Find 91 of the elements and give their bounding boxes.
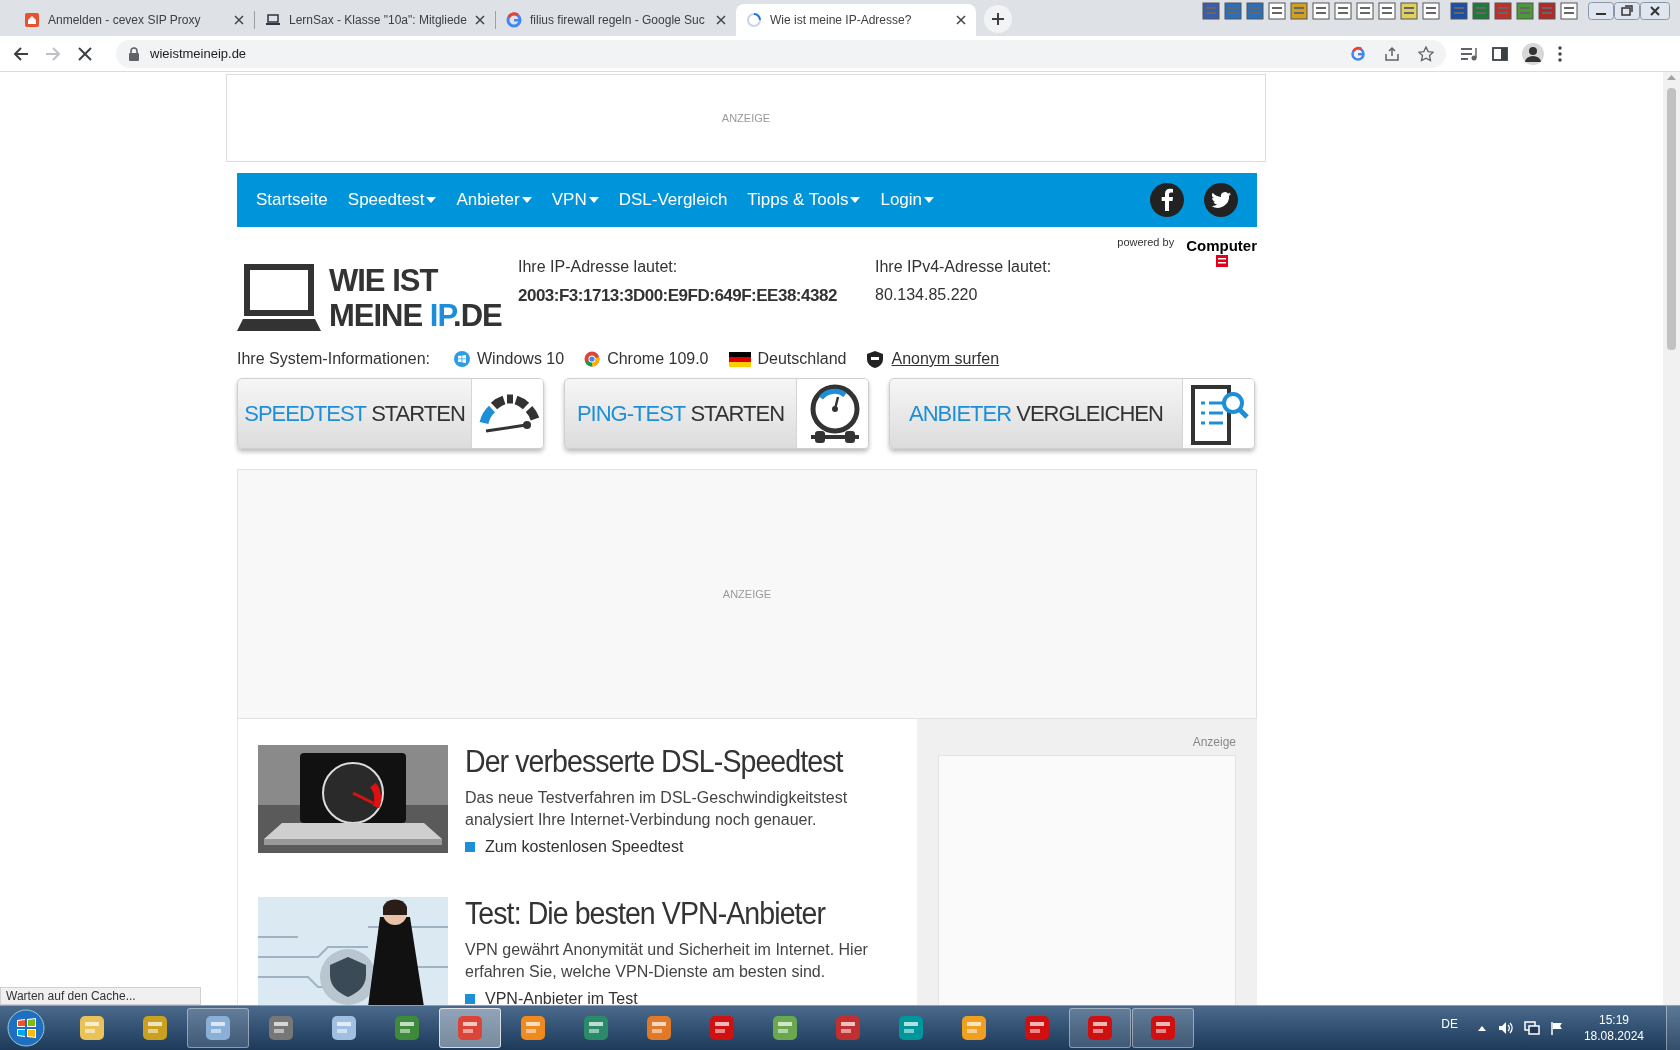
cta-button[interactable]: ANBIETER VERGLEICHEN <box>889 378 1255 449</box>
brand-mark-icon <box>1215 255 1228 267</box>
show-desktop-button[interactable] <box>1666 1006 1680 1050</box>
article-title-link[interactable]: Test: Die besten VPN-Anbieter <box>465 897 861 931</box>
ip-address: 2003:F3:1713:3D00:E9FD:649F:EE38:4382 <box>518 285 838 307</box>
bird-icon[interactable] <box>1204 183 1238 217</box>
article-link[interactable]: VPN-Anbieter im Test <box>485 987 638 1005</box>
system-info-value: Deutschland <box>757 349 847 369</box>
share-icon[interactable] <box>1384 45 1400 62</box>
clock[interactable]: 15:19 18.08.2024 <box>1583 1012 1644 1044</box>
article-teaser: VPN gewährt Anonymität und Sicherheit im Internet. Hier erfahren Sie, welche VPN-Dienste am besten sind. <box>465 940 869 982</box>
volume-icon[interactable] <box>1497 1021 1514 1035</box>
tab-favicon-icon <box>265 12 281 28</box>
lock-icon <box>128 46 140 61</box>
germany-flag-icon <box>728 351 751 367</box>
browser-tab[interactable]: LernSax - Klasse "10a": Mitgliede <box>255 4 495 36</box>
vpn-shield-icon <box>866 350 885 368</box>
brand-logo[interactable]: Computer <box>1186 237 1257 255</box>
side-panel-icon[interactable] <box>1492 45 1508 62</box>
chrome-icon <box>584 351 601 367</box>
address-bar[interactable]: wieistmeineip.de <box>116 39 1446 68</box>
status-bubble: Warten auf den Cache... <box>0 987 201 1005</box>
site-logo[interactable]: WIE IST MEINE IP.DE <box>329 263 502 333</box>
ip-label: Ihre IP-Adresse lautet: <box>518 257 679 277</box>
article-title-link[interactable]: Der verbesserte DSL-Speedtest <box>465 745 861 779</box>
toolbar-app-icon[interactable] <box>1400 2 1418 20</box>
toolbar-app-icon[interactable] <box>1334 2 1352 20</box>
ipv4-label: Ihre IPv4-Adresse lautet: <box>875 257 1052 277</box>
bullet-icon <box>465 842 475 852</box>
star-icon[interactable] <box>1418 45 1434 62</box>
bullet-icon <box>465 994 475 1004</box>
caret-icon <box>850 197 861 203</box>
taskbar-app-button[interactable] <box>1068 1008 1131 1048</box>
profile-avatar-icon[interactable] <box>1522 42 1544 65</box>
tab-favicon-icon <box>506 12 522 28</box>
show-hidden-icons-icon[interactable] <box>1477 1025 1486 1031</box>
ad-label: ANZEIGE <box>722 586 772 602</box>
minimize-icon[interactable] <box>1588 2 1614 20</box>
close-icon[interactable] <box>1640 2 1670 20</box>
close-icon[interactable] <box>234 15 244 25</box>
caret-icon <box>924 197 935 203</box>
windows-logo-icon <box>453 351 470 367</box>
menu-icon[interactable] <box>1558 45 1562 62</box>
toolbar-app-icon[interactable] <box>1378 2 1396 20</box>
close-icon[interactable] <box>956 15 966 25</box>
toolbar-app-icon[interactable] <box>1268 2 1286 20</box>
caret-icon <box>426 197 437 203</box>
toolbar-app-icon[interactable] <box>1494 2 1512 20</box>
toolbar-app-icon[interactable] <box>1560 2 1578 20</box>
browser-tab[interactable]: Wie ist meine IP-Adresse? <box>736 4 976 36</box>
browser-tab[interactable]: Anmelden - cevex SIP Proxy <box>14 4 254 36</box>
taskbar-app-button[interactable] <box>186 1008 249 1048</box>
facebook-icon[interactable] <box>1150 183 1184 217</box>
system-info-value: Windows 10 <box>476 349 565 369</box>
caret-icon <box>588 197 599 203</box>
scrollbar-thumb[interactable] <box>1667 88 1676 350</box>
browser-tab[interactable]: filius firewall regeln - Google Suc <box>496 4 736 36</box>
stop-icon[interactable] <box>76 44 94 63</box>
laptop-logo-icon <box>237 261 321 333</box>
ad-label: Anzeige <box>1192 734 1236 751</box>
powered-by-label: powered by <box>1117 235 1175 250</box>
back-icon[interactable] <box>12 44 30 63</box>
toolbar-app-icon[interactable] <box>1312 2 1330 20</box>
tab-favicon-icon <box>746 12 762 28</box>
new-tab-icon[interactable] <box>984 5 1012 33</box>
tab-favicon-icon <box>24 12 40 28</box>
language-indicator[interactable]: DE <box>1441 1015 1458 1033</box>
flag-icon[interactable] <box>1549 1021 1564 1035</box>
system-info-label: Ihre System-Informationen: <box>237 349 430 369</box>
ipv4-address: 80.134.85.220 <box>875 285 979 305</box>
toolbar-app-icon[interactable] <box>1538 2 1556 20</box>
cta-button[interactable]: PING-TEST STARTEN <box>564 378 869 449</box>
taskbar-app-button[interactable] <box>1131 1008 1194 1048</box>
close-icon[interactable] <box>716 15 726 25</box>
caret-icon <box>521 197 532 203</box>
article-teaser: Das neue Testverfahren im DSL-Geschwindigkeitstest analysiert Ihre Internet-Verbindung noch genauer. <box>465 788 849 830</box>
toolbar-app-icon[interactable] <box>1450 2 1468 20</box>
ad-label: ANZEIGE <box>721 110 771 126</box>
toolbar-app-icon[interactable] <box>1356 2 1374 20</box>
article-link[interactable]: Zum kostenlosen Speedtest <box>485 835 684 859</box>
google-icon[interactable] <box>1350 45 1366 62</box>
toolbar-app-icon[interactable] <box>1202 2 1220 20</box>
network-icon[interactable] <box>1523 1021 1540 1035</box>
system-info-value: Chrome 109.0 <box>607 349 709 369</box>
close-icon[interactable] <box>475 15 485 25</box>
toolbar-app-icon[interactable] <box>1422 2 1440 20</box>
media-icon[interactable] <box>1460 45 1478 62</box>
anonymous-surfing-link[interactable]: Anonym surfen <box>891 347 1000 371</box>
start-button-icon[interactable] <box>6 1008 46 1048</box>
cta-button[interactable]: SPEEDTEST STARTEN <box>237 378 544 449</box>
restore-icon[interactable] <box>1614 2 1640 20</box>
